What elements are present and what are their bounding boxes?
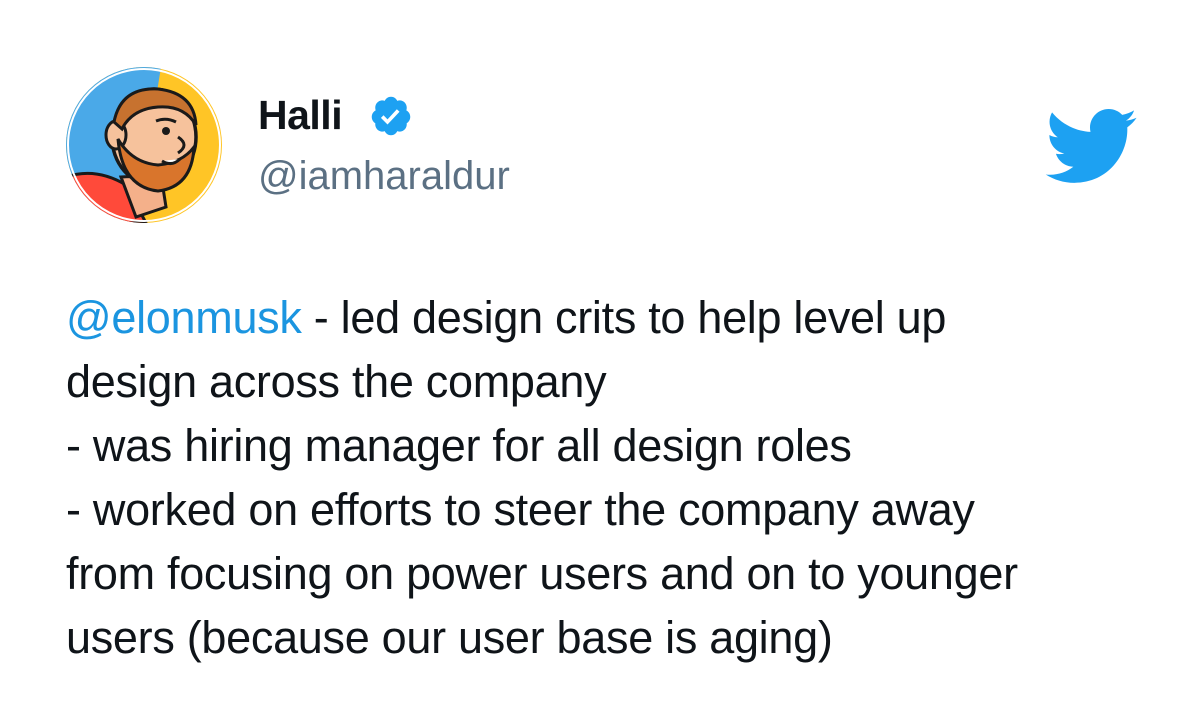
tweet-line-1-text: - led design crits to help level up (301, 292, 947, 343)
tweet-line-6: users (because our user base is aging) (66, 612, 833, 663)
tweet-text: @elonmusk - led design crits to help lev… (66, 286, 1166, 670)
author-name[interactable]: Halli (258, 90, 343, 140)
cartoon-bearded-man-avatar-icon (66, 67, 222, 223)
tweet-line-2: design across the company (66, 356, 607, 407)
twitter-bird-icon[interactable] (1042, 106, 1138, 186)
author-handle[interactable]: @iamharaldur (258, 151, 510, 201)
tweet-line-4: - worked on efforts to steer the company… (66, 484, 975, 535)
avatar[interactable] (66, 67, 222, 223)
mention-link[interactable]: @elonmusk (66, 292, 302, 343)
verified-badge-icon (369, 94, 413, 138)
tweet-card: Halli @iamharaldur @elonmusk - led desig… (0, 0, 1200, 722)
tweet-line-1: @elonmusk - led design crits to help lev… (66, 286, 1166, 350)
tweet-line-3: - was hiring manager for all design role… (66, 420, 852, 471)
tweet-line-5: from focusing on power users and on to y… (66, 548, 1018, 599)
